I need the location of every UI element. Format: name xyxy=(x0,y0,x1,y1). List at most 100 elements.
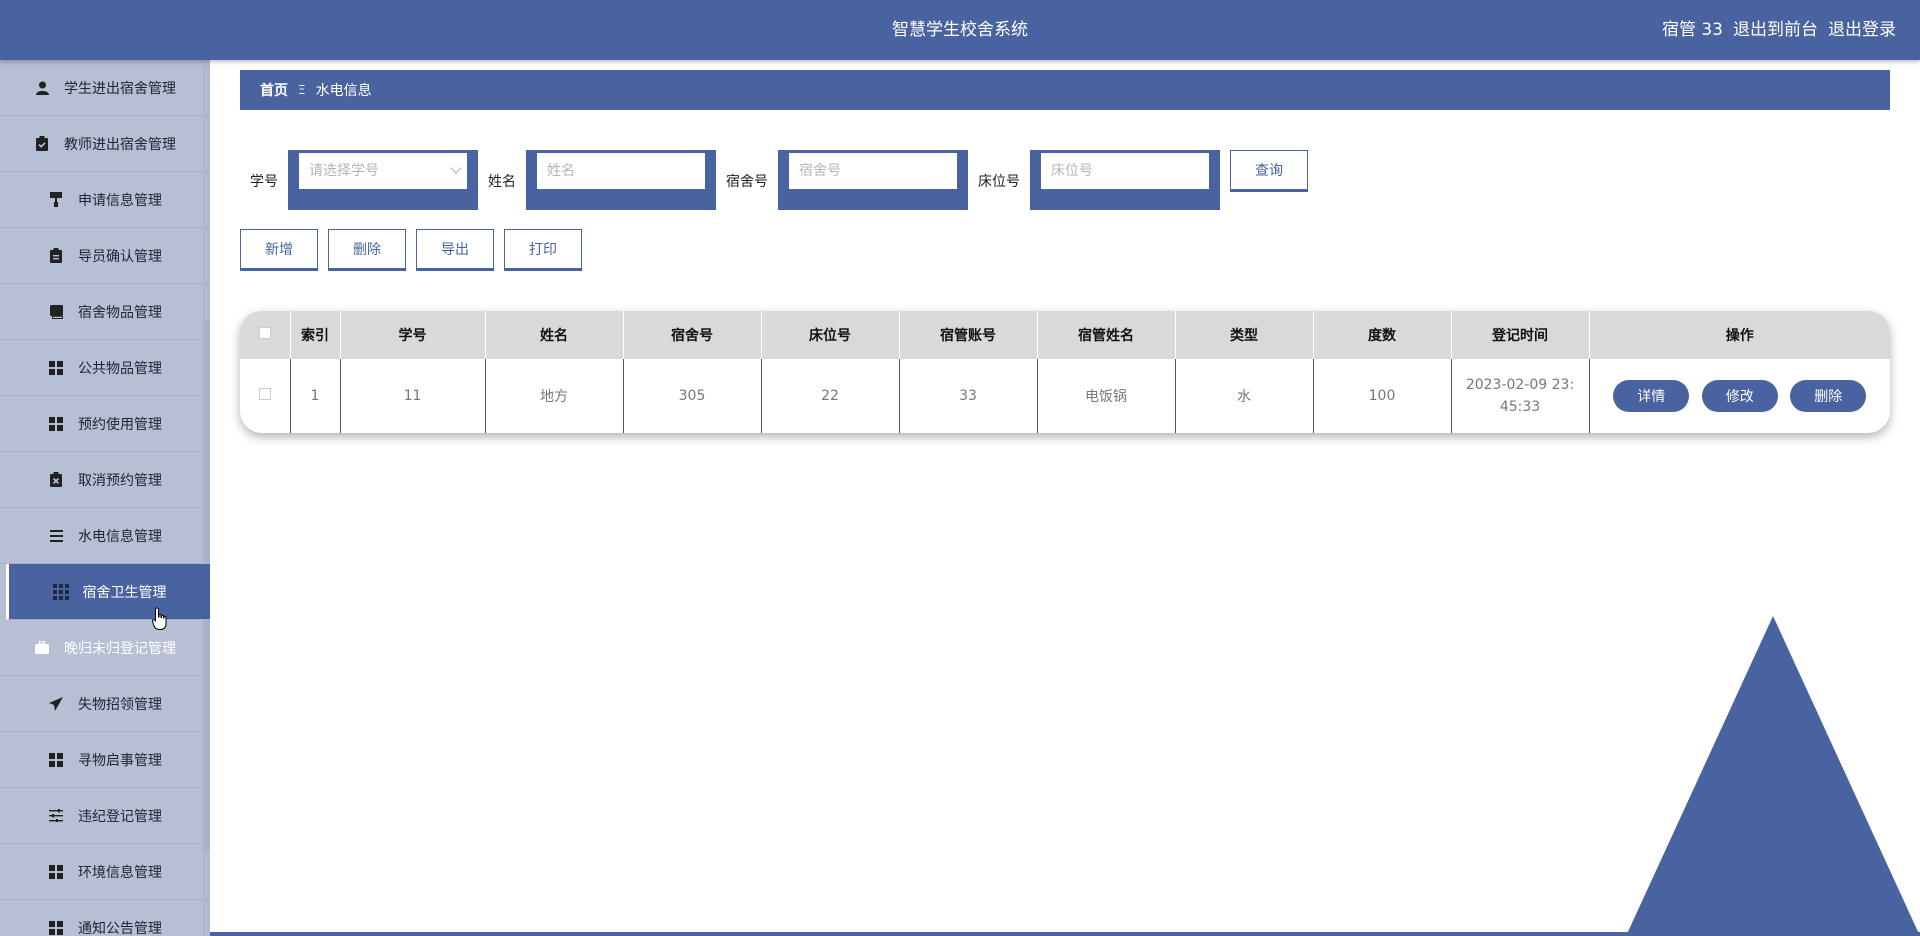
select-all-checkbox[interactable] xyxy=(258,327,271,339)
row-delete-button[interactable]: 删除 xyxy=(1790,380,1867,412)
select-all-cell xyxy=(240,311,291,359)
breadcrumb-home[interactable]: 首页 xyxy=(260,80,288,100)
table-row: 1 11 地方 305 22 33 电饭锅 水 100 2023-02-09 2… xyxy=(240,359,1890,433)
name-label: 姓名 xyxy=(488,174,516,190)
query-button[interactable]: 查询 xyxy=(1230,150,1308,190)
sidebar-item-application-info[interactable]: 申请信息管理 xyxy=(0,172,210,228)
col-header: 索引 xyxy=(290,311,341,359)
col-header: 学号 xyxy=(340,311,486,359)
col-header: 类型 xyxy=(1175,311,1314,359)
cell-dorm: 305 xyxy=(623,359,762,433)
cell-name: 地方 xyxy=(485,359,624,433)
action-bar: 新增 删除 导出 打印 xyxy=(240,229,640,273)
sidebar-item-label: 环境信息管理 xyxy=(78,864,162,881)
back-to-front-link[interactable]: 退出到前台 xyxy=(1733,0,1818,60)
breadcrumb-separator: Ξ xyxy=(298,83,306,97)
sidebar-item-reservation[interactable]: 预约使用管理 xyxy=(0,396,210,452)
sidebar-item-label: 水电信息管理 xyxy=(78,528,162,545)
col-header: 宿管账号 xyxy=(899,311,1038,359)
app-title: 智慧学生校舍系统 xyxy=(892,20,1028,40)
sidebar-item-label: 违纪登记管理 xyxy=(78,808,162,825)
grid-icon xyxy=(48,416,64,432)
logout-link[interactable]: 退出登录 xyxy=(1828,0,1896,60)
student-no-select[interactable] xyxy=(298,152,468,190)
briefcase-icon xyxy=(34,640,50,656)
sidebar-item-dorm-items[interactable]: 宿舍物品管理 xyxy=(0,284,210,340)
sidebar-item-counselor-confirm[interactable]: 导员确认管理 xyxy=(0,228,210,284)
sidebar-item-lost-notice[interactable]: 寻物启事管理 xyxy=(0,732,210,788)
sidebar-item-student-dorm-access[interactable]: 学生进出宿舍管理 xyxy=(0,60,210,116)
cell-index: 1 xyxy=(290,359,341,433)
col-header: 宿管姓名 xyxy=(1037,311,1176,359)
decorative-triangle xyxy=(1626,616,1920,936)
cell-manager-name: 电饭锅 xyxy=(1037,359,1176,433)
sidebar-item-label: 学生进出宿舍管理 xyxy=(64,80,176,97)
sidebar-item-label: 失物招领管理 xyxy=(78,696,162,713)
send-icon xyxy=(48,696,64,712)
name-field xyxy=(526,150,716,210)
cell-student-no: 11 xyxy=(340,359,486,433)
dorm-field xyxy=(778,150,968,210)
cell-operations: 详情 修改 删除 xyxy=(1589,359,1890,433)
bed-field xyxy=(1030,150,1220,210)
paint-roller-icon xyxy=(48,192,64,208)
detail-button[interactable]: 详情 xyxy=(1613,380,1690,412)
breadcrumb: 首页 Ξ 水电信息 xyxy=(240,70,1890,110)
col-header: 操作 xyxy=(1725,328,1754,344)
sidebar-item-label: 晚归未归登记管理 xyxy=(64,640,176,657)
dorm-input[interactable] xyxy=(788,152,958,190)
col-header: 登记时间 xyxy=(1451,311,1590,359)
sidebar-item-lost-found[interactable]: 失物招领管理 xyxy=(0,676,210,732)
clipboard-check-icon xyxy=(34,136,50,152)
row-checkbox[interactable] xyxy=(258,388,271,400)
export-button[interactable]: 导出 xyxy=(416,229,494,269)
sidebar-item-cancel-reservation[interactable]: 取消预约管理 xyxy=(0,452,210,508)
cell-bed: 22 xyxy=(761,359,900,433)
breadcrumb-current: 水电信息 xyxy=(315,83,372,99)
sidebar-item-label: 公共物品管理 xyxy=(78,360,162,377)
clipboard-icon xyxy=(48,248,64,264)
list-icon xyxy=(48,528,64,544)
top-header: 智慧学生校舍系统 宿管 33 退出到前台 退出登录 xyxy=(0,0,1920,60)
sidebar-item-dorm-hygiene[interactable]: 宿舍卫生管理 xyxy=(6,564,210,620)
sidebar-item-label: 申请信息管理 xyxy=(78,192,162,209)
data-table: 索引 学号 姓名 宿舍号 床位号 宿管账号 宿管姓名 类型 度数 登记时间 操作… xyxy=(240,311,1890,433)
bed-input[interactable] xyxy=(1040,152,1210,190)
header-user-area: 宿管 33 退出到前台 退出登录 xyxy=(1662,0,1896,60)
sidebar-item-public-items[interactable]: 公共物品管理 xyxy=(0,340,210,396)
col-header: 床位号 xyxy=(761,311,900,359)
sidebar-item-utilities[interactable]: 水电信息管理 xyxy=(0,508,210,564)
sidebar-item-label: 通知公告管理 xyxy=(78,920,162,936)
col-header: 度数 xyxy=(1313,311,1452,359)
cell-reading: 100 xyxy=(1313,359,1452,433)
sidebar-item-environment[interactable]: 环境信息管理 xyxy=(0,844,210,900)
sidebar-item-label: 宿舍卫生管理 xyxy=(82,584,167,601)
user-label: 宿管 33 xyxy=(1661,20,1723,40)
bed-label: 床位号 xyxy=(978,174,1020,190)
print-button[interactable]: 打印 xyxy=(504,229,582,269)
student-no-field xyxy=(288,150,478,210)
add-button[interactable]: 新增 xyxy=(240,229,318,269)
edit-button[interactable]: 修改 xyxy=(1701,380,1778,412)
row-select-cell xyxy=(240,359,291,433)
delete-button[interactable]: 删除 xyxy=(328,229,406,269)
grid-dots-icon xyxy=(52,583,69,600)
sidebar-item-late-return[interactable]: 晚归未归登记管理 xyxy=(0,620,210,676)
name-input[interactable] xyxy=(536,152,706,190)
sidebar-item-label: 教师进出宿舍管理 xyxy=(64,136,176,153)
sidebar-item-teacher-dorm-access[interactable]: 教师进出宿舍管理 xyxy=(0,116,210,172)
sidebar-item-notices[interactable]: 通知公告管理 xyxy=(0,900,210,936)
sidebar-item-discipline[interactable]: 违纪登记管理 xyxy=(0,788,210,844)
grid-icon xyxy=(48,752,64,768)
sidebar-item-label: 寻物启事管理 xyxy=(78,752,162,769)
col-header: 宿舍号 xyxy=(623,311,762,359)
dorm-label: 宿舍号 xyxy=(726,174,768,190)
grid-icon xyxy=(48,864,64,880)
sidebar-item-label: 取消预约管理 xyxy=(78,472,162,489)
clipboard-x-icon xyxy=(48,472,64,488)
user-icon xyxy=(34,80,50,96)
search-form: 学号 姓名 宿舍号 床位号 查询 xyxy=(240,150,1440,220)
bottom-bar xyxy=(210,932,1920,936)
time-text: 2023-02-09 23:45:33 xyxy=(1465,377,1575,415)
sliders-icon xyxy=(48,808,64,824)
